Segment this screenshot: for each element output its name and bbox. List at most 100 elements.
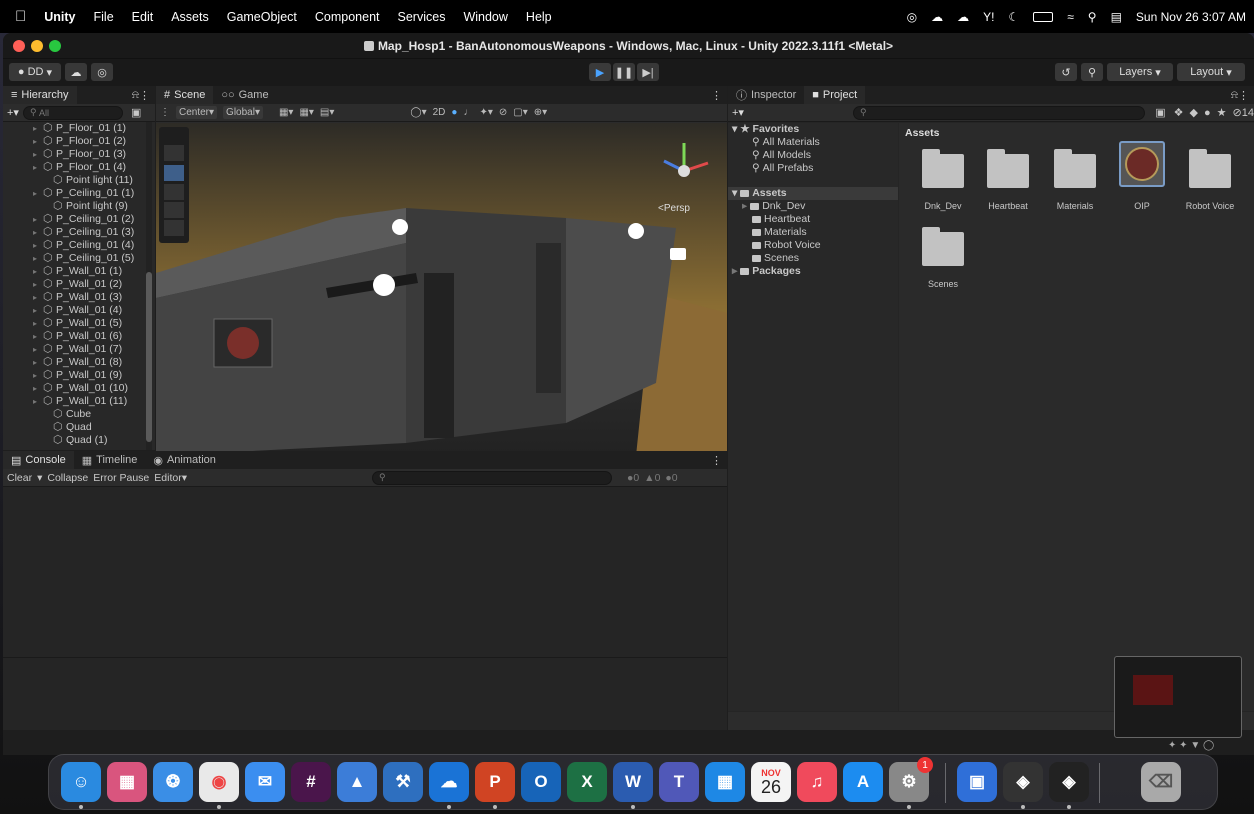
project-search-input[interactable]: ⚲ [852, 105, 1146, 120]
error-pause-button[interactable]: Error Pause [93, 472, 149, 484]
tag-icon[interactable]: ◆ [1190, 106, 1198, 119]
hierarchy-item[interactable]: ▸ ⬡ P_Wall_01 (2) [33, 278, 134, 291]
spotlight-search-icon[interactable]: ⚲ [1088, 10, 1097, 24]
grid-item-label[interactable]: Scenes [908, 279, 978, 289]
light-gizmo-1[interactable] [373, 274, 395, 296]
asset-folder[interactable]: Scenes [728, 252, 898, 265]
expand-arrow-icon[interactable]: ▸ [33, 161, 43, 174]
assets-header[interactable]: ▾ Assets [728, 187, 898, 200]
hierarchy-item[interactable]: ▸ ⬡ P_Wall_01 (7) [33, 343, 134, 356]
xcode-instruments-icon[interactable]: ▲ [337, 762, 377, 802]
expand-arrow-icon[interactable]: ▸ [33, 382, 43, 395]
expand-arrow-icon[interactable]: ▸ [33, 304, 43, 317]
effects-icon[interactable]: ✦▾ [479, 107, 492, 118]
move-tool[interactable] [164, 165, 184, 181]
shading-mode-icon[interactable]: ◯▾ [410, 107, 426, 118]
expand-arrow-icon[interactable]: ▸ [33, 369, 43, 382]
finder-icon[interactable]: ☺ [61, 762, 101, 802]
expand-arrow-icon[interactable]: ▸ [33, 291, 43, 304]
tab-timeline[interactable]: ▦ Timeline [74, 451, 146, 469]
tab-console[interactable]: ▤ Console [3, 451, 74, 469]
hierarchy-item[interactable]: ▸ ⬡ P_Wall_01 (9) [33, 369, 134, 382]
clock[interactable]: Sun Nov 26 3:07 AM [1136, 10, 1246, 24]
snap-increment-icon[interactable]: ▦▾ [299, 107, 313, 118]
grid-item-label[interactable]: Heartbeat [973, 201, 1043, 211]
grid-item-label[interactable]: Dnk_Dev [908, 201, 978, 211]
expand-arrow-icon[interactable]: ▸ [33, 278, 43, 291]
unity-hub-icon[interactable]: ◈ [1003, 762, 1043, 802]
lock-icon[interactable]: ⍾ [1231, 89, 1238, 102]
oip-texture-thumbnail[interactable] [1119, 141, 1165, 187]
screenshot-thumbnail[interactable] [1114, 656, 1242, 738]
hierarchy-item[interactable]: ⬡ Point light (11) [43, 174, 134, 187]
tab-hierarchy[interactable]: ≡ Hierarchy [3, 86, 77, 104]
collapse-button[interactable]: Collapse [47, 472, 88, 484]
menu-window[interactable]: Window [463, 10, 507, 24]
hierarchy-search-input[interactable]: ⚲ All [22, 105, 123, 120]
expand-arrow-icon[interactable]: ▸ [33, 395, 43, 408]
lighting-toggle-icon[interactable]: ● [451, 107, 457, 118]
hierarchy-item[interactable]: ⬡ Point light (9) [43, 200, 134, 213]
mail-icon[interactable]: ✉ [245, 762, 285, 802]
pause-button[interactable]: ❚❚ [613, 63, 635, 81]
camera-settings-icon[interactable]: ▢▾ [513, 107, 527, 118]
grid-item-label[interactable]: OIP [1107, 201, 1177, 211]
expand-arrow-icon[interactable]: ▸ [33, 265, 43, 278]
tab-animation[interactable]: ◉ Animation [145, 451, 224, 469]
warning-count[interactable]: ▲0 [644, 472, 660, 484]
asset-folder[interactable]: Heartbeat [728, 213, 898, 226]
asset-folder[interactable]: ▸ Dnk_Dev [728, 200, 898, 213]
trash-icon[interactable]: ⌫ [1141, 762, 1181, 802]
hierarchy-item[interactable]: ▸ ⬡ P_Wall_01 (5) [33, 317, 134, 330]
chrome-icon[interactable]: ◉ [199, 762, 239, 802]
search-type-icon[interactable]: ▣ [1155, 106, 1165, 119]
folder-icon[interactable] [1054, 149, 1096, 188]
app-store-icon[interactable]: A [843, 762, 883, 802]
unity-editor-icon[interactable]: ◈ [1049, 762, 1089, 802]
teams-icon[interactable]: T [659, 762, 699, 802]
hierarchy-item[interactable]: ▸ ⬡ P_Floor_01 (2) [33, 135, 134, 148]
calendar-icon[interactable]: NOV 26 [751, 762, 791, 802]
preview-icon[interactable]: ▣ [957, 762, 997, 802]
tab-scene[interactable]: # Scene [156, 86, 214, 104]
tab-game[interactable]: ○○ Game [213, 86, 276, 104]
menu-edit[interactable]: Edit [132, 10, 154, 24]
menu-unity[interactable]: Unity [44, 10, 75, 24]
hierarchy-item[interactable]: ▸ ⬡ P_Ceiling_01 (4) [33, 239, 134, 252]
light-gizmo-2[interactable] [392, 219, 408, 235]
console-search-input[interactable]: ⚲ [371, 470, 612, 485]
scale-tool[interactable] [164, 202, 184, 218]
hierarchy-item[interactable]: ▸ ⬡ P_Ceiling_01 (2) [33, 213, 134, 226]
menu-assets[interactable]: Assets [171, 10, 209, 24]
pivot-dropdown[interactable]: Center▾ [176, 106, 218, 119]
expand-arrow-icon[interactable]: ▸ [33, 187, 43, 200]
rect-tool[interactable] [164, 220, 184, 236]
windows-app-icon[interactable]: ▦ [705, 762, 745, 802]
log-filter-icon[interactable]: ● [1204, 107, 1211, 119]
cloud-icon[interactable]: ☁ [931, 10, 943, 24]
menu-component[interactable]: Component [315, 10, 380, 24]
grid-snap-icon[interactable]: ▦▾ [279, 107, 293, 118]
favorite-item[interactable]: ⚲ All Materials [728, 136, 898, 149]
hierarchy-item[interactable]: ⬡ Quad (1) [43, 434, 134, 447]
rotate-tool[interactable] [164, 184, 184, 200]
status-icons[interactable]: ✦ ✦ ▼ ◯ [1168, 740, 1214, 751]
asset-folder[interactable]: Materials [728, 226, 898, 239]
clear-options-icon[interactable]: ▾ [37, 472, 42, 484]
panel-menu-icon[interactable]: ⋮ [1238, 89, 1249, 102]
history-button[interactable]: ↺ [1055, 63, 1077, 81]
wifi-icon[interactable]: ≈ [1067, 10, 1074, 24]
grid-item-label[interactable]: Robot Voice [1175, 201, 1245, 211]
xcode-icon[interactable]: ⚒ [383, 762, 423, 802]
gizmos-icon[interactable]: ⊕▾ [534, 107, 547, 118]
slack-icon[interactable]: # [291, 762, 331, 802]
expand-arrow-icon[interactable]: ▸ [33, 343, 43, 356]
word-icon[interactable]: W [613, 762, 653, 802]
control-center-icon[interactable]: ▤ [1111, 10, 1122, 24]
hierarchy-item[interactable]: ▸ ⬡ P_Ceiling_01 (1) [33, 187, 134, 200]
scene-visibility-icon[interactable]: ▣ [131, 106, 141, 119]
hierarchy-item[interactable]: ▸ ⬡ P_Wall_01 (4) [33, 304, 134, 317]
expand-arrow-icon[interactable]: ▸ [33, 330, 43, 343]
hierarchy-scrollbar[interactable] [146, 122, 152, 450]
music-icon[interactable]: ♫ [797, 762, 837, 802]
